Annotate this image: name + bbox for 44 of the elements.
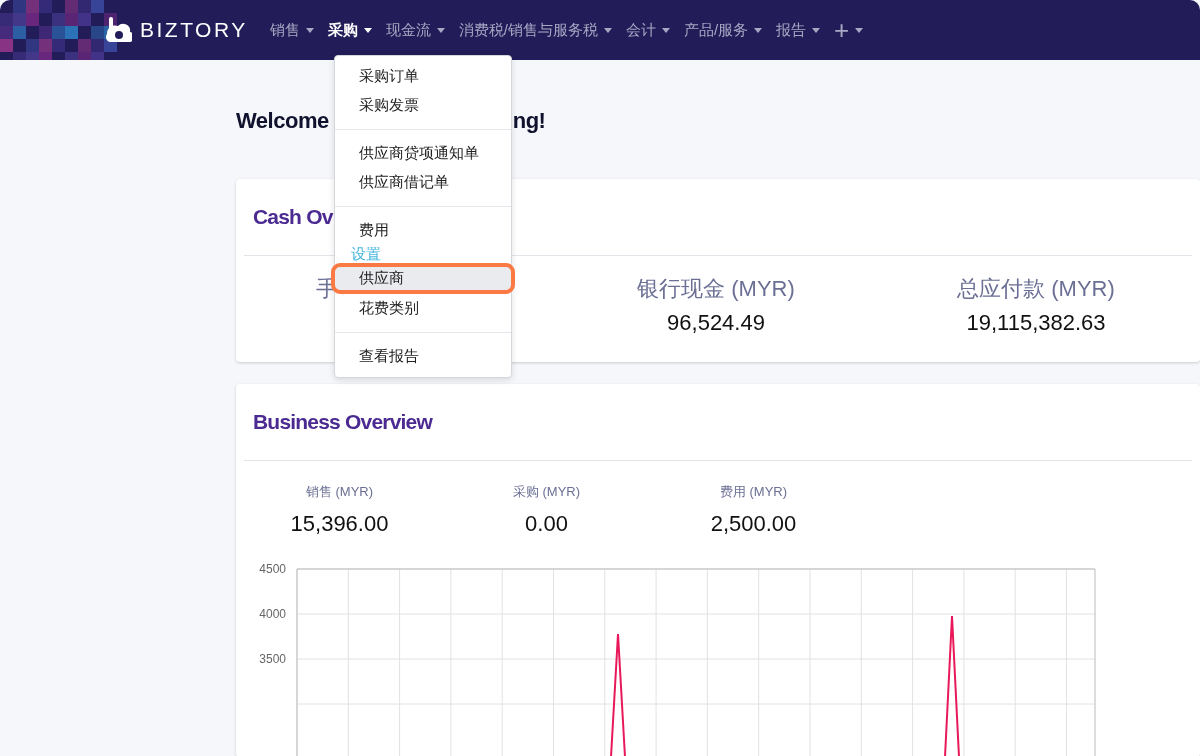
- stat-label: 总应付款 (MYR): [957, 275, 1115, 303]
- caret-icon: [363, 27, 372, 33]
- nav-menu-item[interactable]: 产品/服务: [683, 20, 763, 40]
- nav-menu-item[interactable]: 报告: [776, 20, 821, 40]
- menu-section-header: 设置: [350, 245, 382, 263]
- nav-menu-item[interactable]: 消费税/销售与服务税: [458, 20, 612, 40]
- welcome-heading: Welcome: [236, 108, 329, 135]
- stat-value: 2,500.00: [710, 511, 797, 537]
- welcome-heading: ng!: [512, 108, 546, 135]
- nav-menu-item[interactable]: 现金流: [385, 20, 445, 40]
- menu-item[interactable]: 供应商: [331, 263, 515, 294]
- stat-label: 费用 (MYR): [719, 483, 788, 501]
- stat-value: 0.00: [525, 511, 568, 537]
- stat-value: 19,115,382.63: [966, 310, 1106, 336]
- nav-menu-item[interactable]: +: [834, 14, 864, 46]
- menu-item[interactable]: 查看报告: [331, 342, 515, 371]
- menu-item[interactable]: 费用: [331, 216, 515, 245]
- menu-item[interactable]: 花费类别: [331, 294, 515, 323]
- caret-icon: [855, 27, 864, 33]
- y-axis-label: 3500: [259, 652, 286, 666]
- caret-icon: [754, 27, 763, 33]
- menu-item[interactable]: 采购发票: [331, 91, 515, 120]
- y-axis-label: 4000: [259, 607, 286, 621]
- stat-label: 银行现金 (MYR): [637, 275, 795, 303]
- nav-menu-item[interactable]: 销售: [269, 20, 314, 40]
- card-title: Cash Ov: [253, 205, 333, 229]
- menu-item[interactable]: 供应商借记单: [331, 168, 515, 197]
- logo-icon: [104, 16, 132, 44]
- caret-icon: [603, 27, 612, 33]
- caret-icon: [661, 27, 670, 33]
- card-title: Business Overview: [253, 410, 432, 434]
- nav-menu-item[interactable]: 采购: [327, 20, 372, 40]
- stat-value: 96,524.49: [667, 310, 765, 336]
- caret-icon: [812, 27, 821, 33]
- y-axis-label: 4500: [259, 562, 286, 576]
- stat-value: 15,396.00: [290, 511, 389, 537]
- menu-item[interactable]: 供应商贷项通知单: [331, 139, 515, 168]
- stat-label: 采购 (MYR): [512, 483, 581, 501]
- brand-name: BIZTORY: [140, 18, 248, 42]
- menu-item[interactable]: 采购订单: [331, 62, 515, 91]
- caret-icon: [305, 27, 314, 33]
- nav-menu-item[interactable]: 会计: [625, 20, 670, 40]
- caret-icon: [436, 27, 445, 33]
- stat-label: 销售 (MYR): [305, 483, 374, 501]
